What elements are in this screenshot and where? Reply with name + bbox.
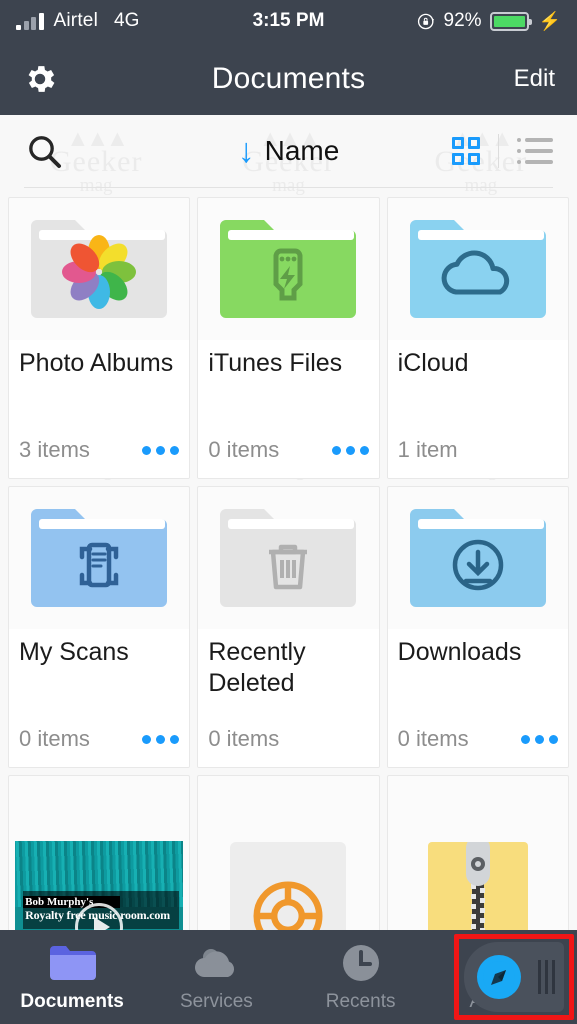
sort-direction-arrow-icon: ↓ xyxy=(237,132,255,170)
card-thumbnail xyxy=(198,487,378,629)
card-footer: 1 item xyxy=(387,432,568,478)
file-name: iTunes Files xyxy=(208,349,343,377)
more-options-icon[interactable] xyxy=(142,734,180,744)
browser-button-slot xyxy=(450,930,577,1024)
file-card-recently-deleted[interactable]: Recently Deleted 0 items xyxy=(197,486,380,768)
edit-button[interactable]: Edit xyxy=(514,65,555,93)
more-options-icon[interactable] xyxy=(331,445,369,455)
tab-label: Services xyxy=(179,990,253,1012)
cloud-icon xyxy=(192,942,240,984)
file-card-vlc[interactable] xyxy=(197,775,380,930)
card-thumbnail xyxy=(9,198,189,340)
card-thumbnail xyxy=(198,776,378,930)
file-name: My Scans xyxy=(19,638,129,666)
grid-view-icon[interactable] xyxy=(452,137,480,165)
sort-field-label: Name xyxy=(264,135,340,166)
file-meta: 0 items xyxy=(208,726,280,751)
file-meta: 0 items xyxy=(208,437,280,462)
tab-label: Documents xyxy=(20,990,124,1012)
file-meta: 3 items xyxy=(19,437,90,462)
file-name: Downloads xyxy=(397,638,522,666)
status-bar-right: 92% ⚡ xyxy=(417,10,561,32)
card-body: iTunes Files xyxy=(198,340,379,432)
file-name: iCloud xyxy=(397,349,469,377)
browser-button[interactable] xyxy=(463,942,564,1012)
tab-bar: Documents Services Recents xyxy=(0,930,577,1024)
filter-toolbar: ↓ Name xyxy=(0,115,577,187)
toolbar-divider xyxy=(498,134,499,168)
card-thumbnail xyxy=(388,487,568,629)
zip-archive-icon xyxy=(427,842,528,930)
scan-folder-icon xyxy=(31,509,168,607)
tab-recents[interactable]: Recents xyxy=(289,930,433,1024)
file-grid: Photo Albums 3 items iTunes Files 0 item… xyxy=(0,188,577,930)
file-card-downloads[interactable]: Downloads 0 items xyxy=(386,486,569,768)
download-folder-icon xyxy=(409,509,546,607)
more-options-icon[interactable] xyxy=(520,734,558,744)
content-area: ▲▲▲Geekermag▲▲▲Geekermag▲▲▲Geekermag▲▲▲G… xyxy=(0,115,577,930)
more-options-icon[interactable] xyxy=(142,445,180,455)
file-card-photo-albums[interactable]: Photo Albums 3 items xyxy=(8,197,191,479)
document-page-background xyxy=(230,842,347,930)
card-body: Downloads xyxy=(387,629,568,721)
battery-percent-label: 92% xyxy=(443,10,482,31)
file-card-itunes-files[interactable]: iTunes Files 0 items xyxy=(197,197,380,479)
trash-folder-icon xyxy=(220,509,357,607)
file-name: Recently Deleted xyxy=(208,638,306,697)
icloud-folder-icon xyxy=(409,220,546,318)
card-thumbnail xyxy=(198,198,378,340)
status-bar: Airtel 4G 3:15 PM 92% ⚡ xyxy=(0,0,577,42)
rotation-lock-icon xyxy=(417,12,436,31)
file-card-my-scans[interactable]: My Scans 0 items xyxy=(8,486,191,768)
safari-compass-icon xyxy=(476,955,521,999)
charging-bolt-icon: ⚡ xyxy=(538,11,561,31)
carrier-label: Airtel xyxy=(53,10,98,31)
file-card-video[interactable]: Bob Murphy's Royalty free music room.com… xyxy=(8,775,191,930)
photos-folder-icon xyxy=(31,220,168,318)
vlc-cone-lifebuoy-icon xyxy=(253,881,323,930)
card-thumbnail: Bob Murphy's Royalty free music room.com… xyxy=(9,776,189,930)
card-footer: 0 items xyxy=(9,721,190,767)
card-footer: 0 items xyxy=(387,721,568,767)
card-body: iCloud xyxy=(387,340,568,432)
file-card-icloud[interactable]: iCloud 1 item xyxy=(386,197,569,479)
file-meta: 0 items xyxy=(19,726,90,751)
file-card-zip[interactable] xyxy=(386,775,569,930)
clock-icon xyxy=(341,942,381,984)
card-footer: 0 items xyxy=(198,721,379,767)
app-root: Airtel 4G 3:15 PM 92% ⚡ Documents Edit ▲… xyxy=(0,0,577,1024)
view-switcher xyxy=(452,134,553,168)
signal-bars-icon xyxy=(16,12,44,30)
documents-folder-icon xyxy=(48,942,97,984)
tab-services[interactable]: Services xyxy=(144,930,288,1024)
card-footer: 3 items xyxy=(9,432,190,478)
file-meta: 0 items xyxy=(397,726,469,751)
navigation-bar: Documents Edit xyxy=(0,42,577,115)
battery-icon xyxy=(489,11,532,31)
pill-grip-lines xyxy=(537,960,555,994)
status-bar-left: Airtel 4G xyxy=(16,10,139,32)
file-name: Photo Albums xyxy=(19,349,174,377)
gear-icon[interactable] xyxy=(22,61,58,97)
file-meta: 1 item xyxy=(397,437,458,462)
page-title: Documents xyxy=(211,61,366,95)
card-body: Recently Deleted xyxy=(198,629,379,721)
card-thumbnail xyxy=(388,776,568,930)
tab-label: Recents xyxy=(325,990,396,1012)
search-icon[interactable] xyxy=(24,131,64,171)
video-thumbnail: Bob Murphy's Royalty free music room.com… xyxy=(15,841,184,930)
card-body: My Scans xyxy=(9,629,190,721)
card-body: Photo Albums xyxy=(9,340,190,432)
tab-documents[interactable]: Documents xyxy=(0,930,144,1024)
card-thumbnail xyxy=(9,487,189,629)
card-footer: 0 items xyxy=(198,432,379,478)
list-view-icon[interactable] xyxy=(517,138,553,164)
network-type-label: 4G xyxy=(114,10,140,31)
itunes-usb-folder-icon xyxy=(220,220,357,318)
card-thumbnail xyxy=(388,198,568,340)
